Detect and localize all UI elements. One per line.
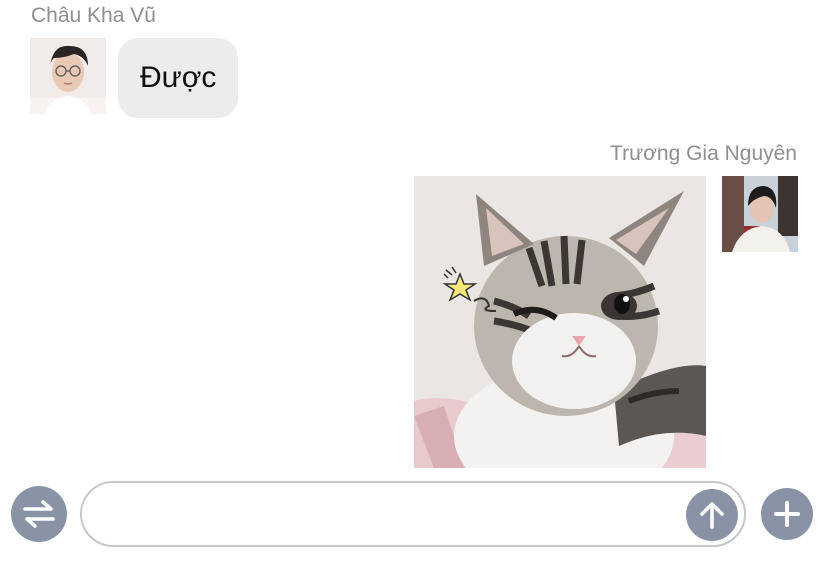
add-attachment-button[interactable] xyxy=(761,488,813,540)
send-button[interactable] xyxy=(686,489,738,541)
plus-icon xyxy=(774,501,800,527)
sender-avatar[interactable] xyxy=(30,38,106,114)
message-input[interactable] xyxy=(80,481,746,547)
sender-name: Châu Kha Vũ xyxy=(31,4,156,27)
message-bubble[interactable]: Được xyxy=(118,38,239,118)
cat-sticker[interactable] xyxy=(414,176,706,468)
sender-name: Trương Gia Nguyên xyxy=(610,142,797,165)
own-avatar[interactable] xyxy=(722,176,798,252)
chat-screen: Châu Kha Vũ Được Trương Gia Nguyên xyxy=(0,0,828,561)
arrow-up-icon xyxy=(700,502,724,529)
switch-keyboard-button[interactable] xyxy=(11,486,67,542)
swap-arrows-icon xyxy=(23,500,55,528)
message-text: Được xyxy=(140,61,217,94)
